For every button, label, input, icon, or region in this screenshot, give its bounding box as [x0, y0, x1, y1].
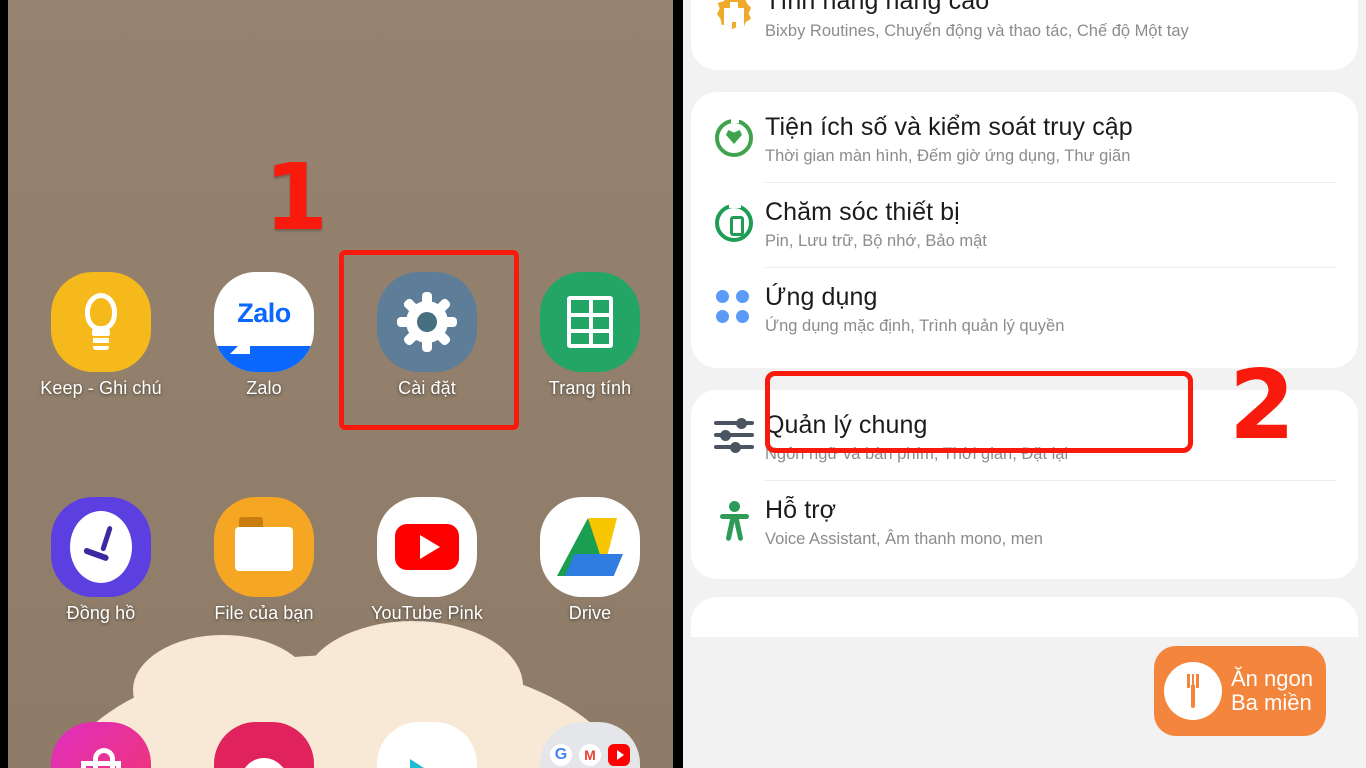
device-care-icon: [703, 197, 765, 249]
general-management-icon: [703, 410, 765, 462]
app-label: Trang tính: [548, 378, 632, 398]
row-title: Ứng dụng: [765, 282, 878, 311]
app-my-files[interactable]: File của bạn: [189, 497, 339, 624]
dock-play-store[interactable]: [352, 722, 502, 768]
watermark-text: Ăn ngon Ba miền: [1231, 665, 1313, 715]
watermark-line-2: Ba miền: [1231, 690, 1312, 715]
row-title: Hỗ trợ: [765, 495, 837, 524]
app-label: Keep - Ghi chú: [40, 378, 162, 398]
settings-row-accessibility[interactable]: Hỗ trợ Voice Assistant, Âm thanh mono, m…: [691, 481, 1358, 573]
settings-card-group-4: [691, 596, 1358, 637]
app-label: File của bạn: [214, 603, 314, 623]
app-keep[interactable]: Keep - Ghi chú: [26, 272, 176, 399]
clock-icon: [51, 497, 151, 597]
settings-row-device-care[interactable]: Chăm sóc thiết bị Pin, Lưu trữ, Bộ nhớ, …: [691, 183, 1358, 267]
my-files-folder-icon: [214, 497, 314, 597]
row-title: Chăm sóc thiết bị: [765, 197, 960, 226]
settings-row-advanced-features[interactable]: Tính năng nâng cao Bixby Routines, Chuyể…: [691, 0, 1358, 56]
google-drive-icon: [540, 497, 640, 597]
zalo-wordmark: Zalo: [237, 298, 291, 328]
google-sheets-icon: [540, 272, 640, 372]
google-icon: G: [550, 744, 572, 766]
gmail-icon: M: [579, 744, 601, 766]
galaxy-store-icon: [51, 722, 151, 768]
watermark-line-1: Ăn ngon: [1231, 665, 1313, 691]
zalo-icon: Zalo: [214, 272, 314, 372]
highlight-box-settings-app: [339, 250, 519, 430]
row-title: Tính năng nâng cao: [765, 0, 990, 15]
watermark-badge: Ăn ngon Ba miền: [1154, 646, 1326, 736]
step-marker-2: 2: [1229, 351, 1296, 461]
step-marker-1: 1: [264, 144, 329, 251]
app-label: Drive: [568, 603, 612, 623]
settings-card-group-2: Tiện ích số và kiểm soát truy cập Thời g…: [691, 91, 1358, 368]
settings-card-group-1: Tính năng nâng cao Bixby Routines, Chuyể…: [691, 0, 1358, 70]
google-folder-icon: G M: [540, 722, 640, 768]
fork-plate-icon: [1164, 662, 1222, 720]
row-subtitle: Pin, Lưu trữ, Bộ nhớ, Bảo mật: [765, 232, 987, 251]
row-title: Tiện ích số và kiểm soát truy cập: [765, 112, 1133, 141]
panel-divider: [673, 0, 683, 768]
app-label: Đồng hồ: [66, 603, 136, 623]
row-subtitle: Voice Assistant, Âm thanh mono, men: [765, 530, 1043, 549]
screenshot-stage: Keep - Ghi chú Zalo Zalo Cài đặt Trang t…: [0, 0, 1366, 768]
app-label: Zalo: [246, 378, 282, 398]
highlight-box-apps-row: [765, 371, 1193, 453]
app-zalo[interactable]: Zalo Zalo: [189, 272, 339, 399]
dock-galaxy-themes[interactable]: [189, 722, 339, 768]
play-store-icon: [377, 722, 477, 768]
app-clock[interactable]: Đồng hồ: [26, 497, 176, 624]
dock-galaxy-store[interactable]: [26, 722, 176, 768]
settings-row-digital-wellbeing[interactable]: Tiện ích số và kiểm soát truy cập Thời g…: [691, 92, 1358, 182]
dock-google-folder[interactable]: G M: [515, 722, 665, 768]
accessibility-icon: [703, 495, 765, 547]
app-sheets[interactable]: Trang tính: [515, 272, 665, 399]
settings-row-apps[interactable]: Ứng dụng Ứng dụng mặc định, Trình quản l…: [691, 268, 1358, 360]
digital-wellbeing-icon: [703, 112, 765, 164]
app-youtube[interactable]: YouTube Pink: [352, 497, 502, 624]
app-drive[interactable]: Drive: [515, 497, 665, 624]
youtube-icon: [377, 497, 477, 597]
row-subtitle: Bixby Routines, Chuyển động và thao tác,…: [765, 21, 1189, 40]
advanced-features-icon: [703, 0, 765, 38]
row-subtitle: Ứng dụng mặc định, Trình quản lý quyền: [765, 317, 1065, 336]
youtube-small-icon: [608, 744, 630, 766]
galaxy-themes-icon: [214, 722, 314, 768]
apps-icon: [703, 282, 765, 334]
app-label: YouTube Pink: [371, 603, 483, 623]
left-black-bar: [0, 0, 8, 768]
android-home-screen: Keep - Ghi chú Zalo Zalo Cài đặt Trang t…: [8, 0, 673, 768]
keep-lightbulb-icon: [51, 272, 151, 372]
row-subtitle: Thời gian màn hình, Đếm giờ ứng dụng, Th…: [765, 147, 1131, 166]
